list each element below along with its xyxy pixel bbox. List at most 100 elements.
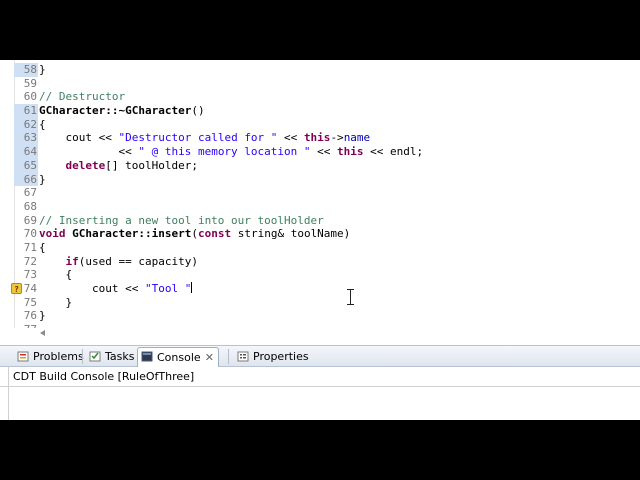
code-token: { bbox=[39, 268, 73, 282]
code-line[interactable]: 74? cout << "Tool " bbox=[11, 282, 640, 296]
tab-label: Problems bbox=[33, 350, 84, 363]
code-text[interactable]: // Destructor bbox=[39, 90, 125, 104]
code-text[interactable]: { bbox=[39, 268, 72, 282]
code-line[interactable]: 65 delete[] toolHolder; bbox=[14, 158, 640, 173]
code-text[interactable]: // Inserting a new tool into our toolHol… bbox=[39, 214, 324, 228]
text-cursor-icon bbox=[346, 289, 355, 305]
code-token: GCharacter::~GCharacter bbox=[39, 104, 192, 118]
code-line[interactable]: 75 } bbox=[14, 296, 640, 310]
code-line[interactable]: 60// Destructor bbox=[14, 90, 640, 104]
code-text[interactable]: GCharacter::~GCharacter() bbox=[39, 104, 205, 118]
code-token: if bbox=[65, 254, 79, 268]
video-letterbox-bottom bbox=[0, 420, 640, 480]
code-token: "Tool " bbox=[144, 282, 192, 295]
code-line[interactable]: 76} bbox=[14, 309, 640, 323]
code-line[interactable]: 67 bbox=[14, 186, 640, 200]
bottom-panel-tabs: Problems Tasks Console ✕ Properties bbox=[0, 345, 640, 367]
close-icon[interactable]: ✕ bbox=[205, 349, 214, 366]
code-text[interactable]: void GCharacter::insert(const string& to… bbox=[39, 227, 350, 241]
line-number: 62 bbox=[14, 117, 38, 132]
code-line[interactable]: 64 << " @ this memory location " << this… bbox=[14, 145, 640, 159]
line-number: 67 bbox=[23, 186, 37, 200]
code-text[interactable]: { bbox=[39, 241, 46, 255]
text-caret bbox=[191, 282, 193, 293]
tab-console[interactable]: Console ✕ bbox=[137, 347, 219, 367]
code-line[interactable]: 59 bbox=[14, 77, 640, 91]
code-text[interactable]: } bbox=[39, 296, 72, 310]
code-editor[interactable]: 58} 59 60// Destructor 61 GCharacter::~GChar… bbox=[0, 60, 640, 340]
tasks-icon bbox=[89, 351, 101, 362]
code-token: -> bbox=[330, 131, 344, 145]
code-token: this bbox=[337, 145, 364, 159]
code-text[interactable]: if(used == capacity) bbox=[39, 255, 198, 269]
code-text[interactable]: cout << "Tool " bbox=[39, 282, 193, 296]
code-line[interactable]: 62{ bbox=[14, 117, 640, 132]
tab-divider bbox=[82, 349, 83, 364]
code-token: } bbox=[39, 309, 46, 323]
code-text[interactable]: } bbox=[39, 63, 46, 77]
code-token: << bbox=[277, 131, 304, 145]
code-token: } bbox=[39, 63, 46, 76]
code-line[interactable]: 68 bbox=[14, 200, 640, 214]
horizontal-scrollbar[interactable] bbox=[0, 328, 640, 340]
code-token: << bbox=[39, 145, 139, 159]
code-line[interactable]: 72 if(used == capacity) bbox=[14, 255, 640, 269]
code-line[interactable]: 71{ bbox=[14, 241, 640, 255]
editor-ruler bbox=[0, 60, 15, 340]
code-token: GCharacter::insert bbox=[72, 227, 192, 241]
line-number: 61 bbox=[14, 104, 38, 118]
code-text[interactable]: delete[] toolHolder; bbox=[39, 159, 198, 173]
code-line[interactable]: 73 { bbox=[14, 268, 640, 282]
code-line[interactable]: 63 cout << "Destructor called for " << t… bbox=[14, 131, 640, 146]
warning-icon[interactable]: ? bbox=[11, 283, 22, 294]
line-number: 68 bbox=[23, 199, 37, 213]
code-token: // Destructor bbox=[39, 90, 126, 104]
code-text[interactable]: } bbox=[39, 173, 46, 187]
code-token: void bbox=[39, 227, 66, 241]
code-line[interactable]: 58} bbox=[14, 63, 640, 77]
code-token: } bbox=[39, 172, 46, 186]
code-token: (used == capacity) bbox=[78, 254, 198, 268]
code-token: { bbox=[39, 240, 46, 254]
code-line[interactable]: 70 void GCharacter::insert(const string& … bbox=[14, 227, 640, 241]
problems-icon bbox=[17, 351, 29, 362]
code-text[interactable]: } bbox=[39, 309, 46, 323]
line-number: 76 bbox=[23, 309, 37, 323]
code-line[interactable]: 69// Inserting a new tool into our toolH… bbox=[14, 214, 640, 228]
code-token: () bbox=[191, 104, 205, 118]
code-token: "Destructor called for " bbox=[118, 131, 278, 145]
code-line[interactable]: 66} bbox=[14, 172, 640, 187]
tab-divider bbox=[228, 349, 229, 364]
code-token: cout << bbox=[39, 282, 145, 295]
line-number: 63 bbox=[14, 131, 38, 146]
tab-tasks[interactable]: Tasks bbox=[86, 348, 134, 365]
line-number: 75 bbox=[23, 295, 37, 309]
video-letterbox-top bbox=[0, 0, 640, 60]
line-number: 69 bbox=[23, 213, 37, 227]
code-token: cout << bbox=[39, 131, 119, 145]
console-view[interactable]: CDT Build Console [RuleOfThree] bbox=[0, 367, 640, 420]
console-icon bbox=[141, 351, 153, 362]
line-number: 59 bbox=[23, 76, 37, 90]
console-title: CDT Build Console [RuleOfThree] bbox=[0, 367, 640, 387]
tab-label: Properties bbox=[253, 350, 309, 363]
code-text[interactable]: cout << "Destructor called for " << this… bbox=[39, 131, 370, 145]
code-text[interactable]: << " @ this memory location " << this <<… bbox=[39, 145, 423, 159]
tab-properties[interactable]: Properties bbox=[234, 348, 309, 365]
code-token: delete bbox=[65, 158, 106, 172]
code-text[interactable]: { bbox=[39, 118, 46, 132]
code-token: " @ this memory location " bbox=[138, 145, 311, 159]
line-number: 60 bbox=[23, 90, 37, 104]
code-token: // Inserting a new tool into our toolHol… bbox=[39, 213, 324, 227]
code-line[interactable]: 61 GCharacter::~GCharacter() bbox=[14, 104, 640, 118]
tab-label: Console bbox=[157, 351, 201, 364]
line-number: 66 bbox=[14, 172, 38, 187]
line-number: 72 bbox=[23, 254, 37, 268]
code-token: { bbox=[39, 117, 46, 131]
line-number: 71 bbox=[23, 240, 37, 254]
code-lines[interactable]: 58} 59 60// Destructor 61 GCharacter::~GChar… bbox=[11, 63, 640, 337]
scroll-left-icon[interactable] bbox=[40, 330, 45, 336]
tab-problems[interactable]: Problems bbox=[14, 348, 84, 365]
